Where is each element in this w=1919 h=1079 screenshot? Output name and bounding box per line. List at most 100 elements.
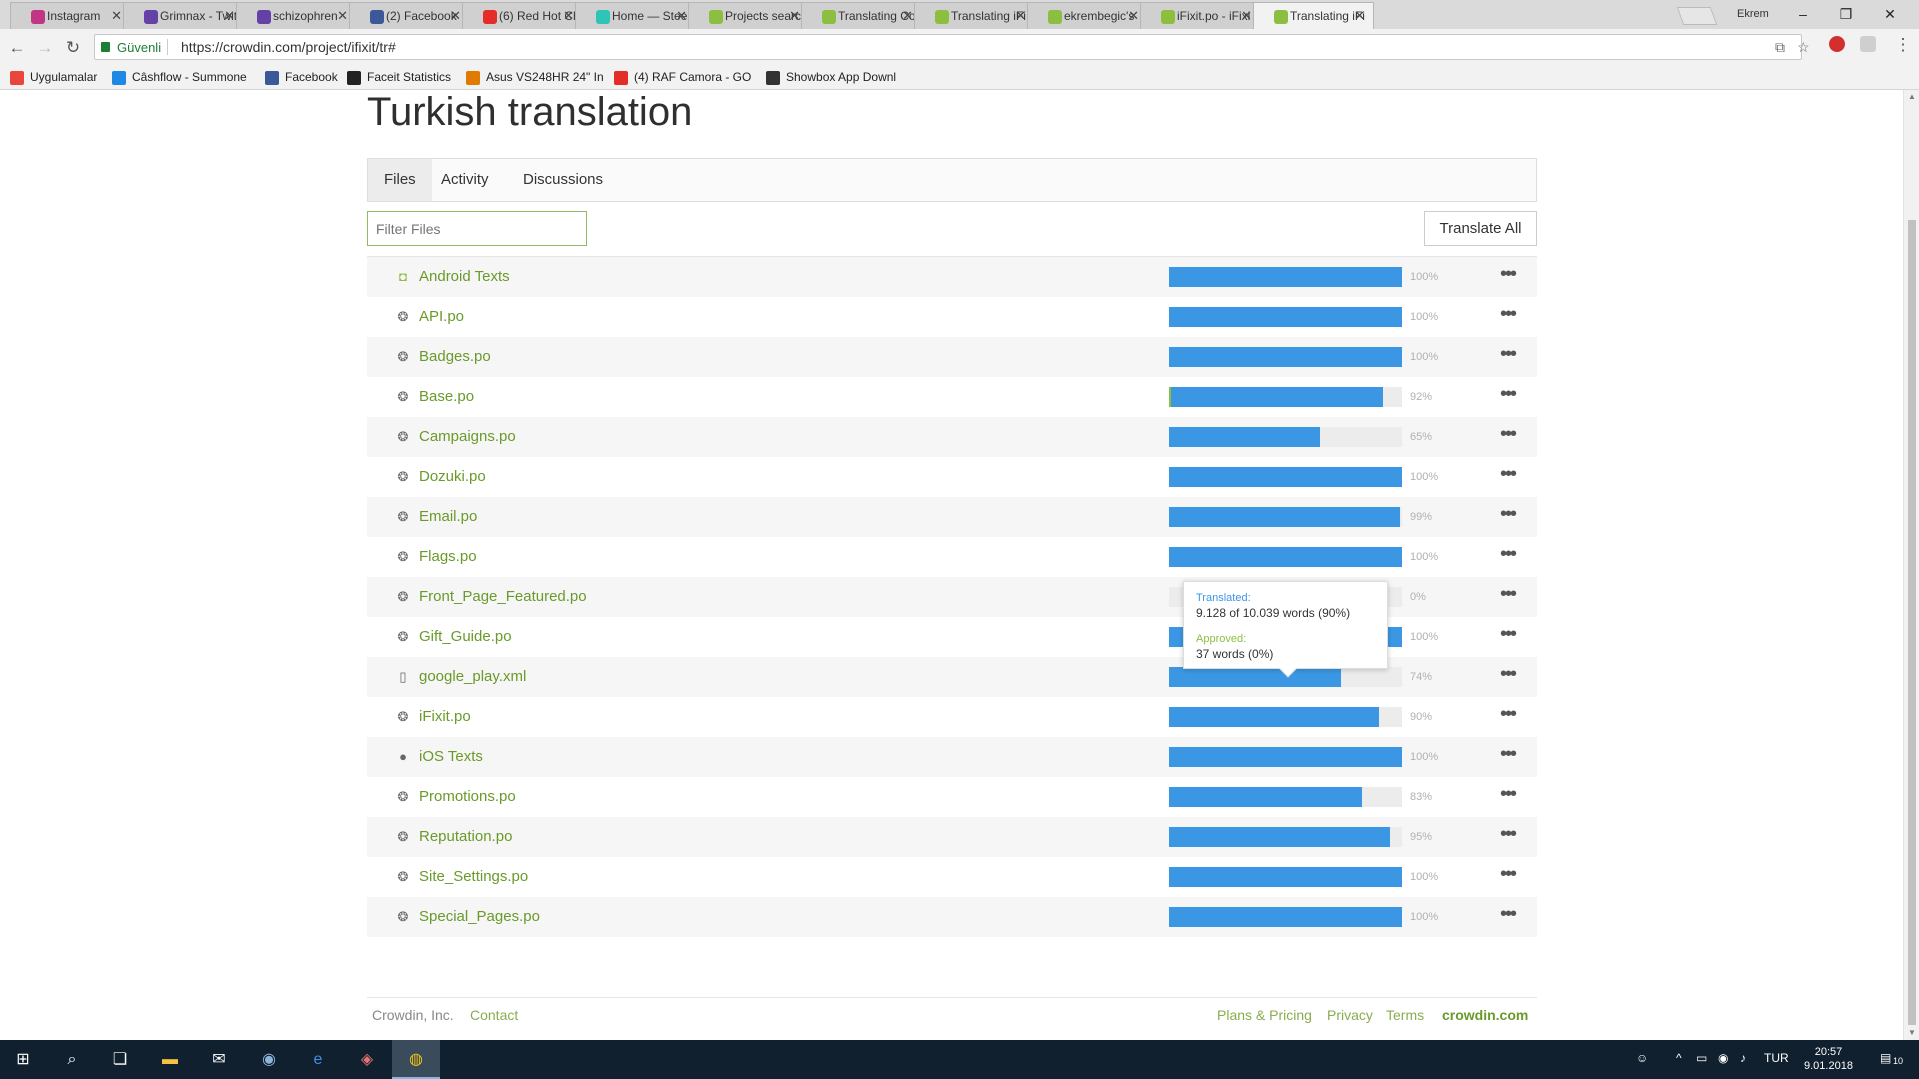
- tab-close-icon[interactable]: ✕: [1354, 8, 1365, 24]
- file-row[interactable]: ❂ Campaigns.po 65% •••: [367, 417, 1537, 457]
- browser-tab[interactable]: Home — Steen ✕: [575, 2, 696, 29]
- more-options-icon[interactable]: •••: [1500, 783, 1517, 806]
- bookmark-item[interactable]: Uygulamalar: [10, 70, 97, 85]
- more-options-icon[interactable]: •••: [1500, 543, 1517, 566]
- file-name-link[interactable]: Campaigns.po: [419, 428, 516, 445]
- more-options-icon[interactable]: •••: [1500, 343, 1517, 366]
- file-row[interactable]: ❂ Dozuki.po 100% •••: [367, 457, 1537, 497]
- file-name-link[interactable]: iFixit.po: [419, 708, 471, 725]
- tab-activity[interactable]: Activity: [425, 159, 505, 201]
- bookmark-item[interactable]: Facebook: [265, 70, 338, 85]
- footer-site-link[interactable]: crowdin.com: [1442, 1007, 1528, 1023]
- file-row[interactable]: ❂ Base.po 92% •••: [367, 377, 1537, 417]
- file-name-link[interactable]: google_play.xml: [419, 668, 526, 685]
- footer-plans-link[interactable]: Plans & Pricing: [1217, 1007, 1312, 1023]
- file-name-link[interactable]: Android Texts: [419, 268, 510, 285]
- browser-tab[interactable]: Translating iFi ✕: [1253, 2, 1374, 29]
- task-view-icon[interactable]: ❏: [109, 1049, 131, 1071]
- progress-bar[interactable]: [1169, 467, 1402, 487]
- more-options-icon[interactable]: •••: [1500, 743, 1517, 766]
- bookmark-item[interactable]: (4) RAF Camora - GO: [614, 70, 751, 85]
- network-icon[interactable]: ▭: [1696, 1051, 1707, 1065]
- progress-bar[interactable]: [1169, 867, 1402, 887]
- progress-bar[interactable]: [1169, 907, 1402, 927]
- progress-bar[interactable]: [1169, 387, 1402, 407]
- bookmark-item[interactable]: Câshflow - Summone: [112, 70, 247, 85]
- translate-icon[interactable]: ⧉: [1775, 39, 1785, 56]
- file-name-link[interactable]: iOS Texts: [419, 748, 483, 765]
- file-row[interactable]: ❂ Special_Pages.po 100% •••: [367, 897, 1537, 937]
- more-options-icon[interactable]: •••: [1500, 663, 1517, 686]
- new-tab-button[interactable]: [1676, 7, 1718, 25]
- file-row[interactable]: ❂ Email.po 99% •••: [367, 497, 1537, 537]
- footer-privacy-link[interactable]: Privacy: [1327, 1007, 1373, 1023]
- browser-tab[interactable]: iFixit.po - iFixi ✕: [1140, 2, 1261, 29]
- back-icon[interactable]: ←: [6, 38, 28, 58]
- file-row[interactable]: ◘ Android Texts 100% •••: [367, 257, 1537, 297]
- tab-close-icon[interactable]: ✕: [563, 8, 574, 24]
- file-name-link[interactable]: Promotions.po: [419, 788, 516, 805]
- file-row[interactable]: ❂ Site_Settings.po 100% •••: [367, 857, 1537, 897]
- file-row[interactable]: ❂ Badges.po 100% •••: [367, 337, 1537, 377]
- url-text[interactable]: https://crowdin.com/project/ifixit/tr#: [181, 39, 396, 55]
- people-icon[interactable]: ☺: [1636, 1051, 1648, 1065]
- maximize-button[interactable]: ❐: [1826, 3, 1866, 25]
- reload-icon[interactable]: ↻: [62, 38, 84, 58]
- file-explorer-icon[interactable]: ▬: [159, 1049, 181, 1071]
- file-name-link[interactable]: Front_Page_Featured.po: [419, 588, 587, 605]
- language-indicator[interactable]: TUR: [1764, 1051, 1789, 1065]
- minimize-button[interactable]: –: [1783, 3, 1823, 25]
- tab-close-icon[interactable]: ✕: [1241, 8, 1252, 24]
- chrome-icon[interactable]: ◍: [405, 1049, 427, 1071]
- footer-contact-link[interactable]: Contact: [470, 1007, 518, 1023]
- file-row[interactable]: ❂ Promotions.po 83% •••: [367, 777, 1537, 817]
- browser-tab[interactable]: Projects search ✕: [688, 2, 809, 29]
- tab-discussions[interactable]: Discussions: [507, 159, 619, 201]
- progress-bar[interactable]: [1169, 507, 1402, 527]
- scroll-thumb[interactable]: [1908, 220, 1916, 1025]
- tray-chevron-icon[interactable]: ^: [1676, 1051, 1682, 1065]
- file-row[interactable]: ❂ API.po 100% •••: [367, 297, 1537, 337]
- footer-terms-link[interactable]: Terms: [1386, 1007, 1424, 1023]
- progress-bar[interactable]: [1169, 707, 1402, 727]
- translate-all-button[interactable]: Translate All: [1424, 211, 1537, 246]
- progress-bar[interactable]: [1169, 267, 1402, 287]
- browser-tab[interactable]: schizophren ✕: [236, 2, 357, 29]
- file-name-link[interactable]: Site_Settings.po: [419, 868, 528, 885]
- tab-close-icon[interactable]: ✕: [789, 8, 800, 24]
- more-options-icon[interactable]: •••: [1500, 383, 1517, 406]
- mail-icon[interactable]: ✉: [208, 1049, 230, 1071]
- file-row[interactable]: ❂ Flags.po 100% •••: [367, 537, 1537, 577]
- file-row[interactable]: ● iOS Texts 100% •••: [367, 737, 1537, 777]
- tab-close-icon[interactable]: ✕: [1015, 8, 1026, 24]
- bookmark-item[interactable]: Faceit Statistics: [347, 70, 451, 85]
- forward-icon[interactable]: →: [34, 38, 56, 58]
- tab-files[interactable]: Files: [368, 159, 432, 201]
- scroll-up-icon[interactable]: ▲: [1904, 92, 1919, 101]
- more-options-icon[interactable]: •••: [1500, 303, 1517, 326]
- tab-close-icon[interactable]: ✕: [337, 8, 348, 24]
- close-window-button[interactable]: ✕: [1870, 3, 1910, 25]
- scroll-down-icon[interactable]: ▼: [1904, 1028, 1919, 1037]
- steam-icon[interactable]: ◉: [258, 1049, 280, 1071]
- bookmark-item[interactable]: Asus VS248HR 24" In: [466, 70, 604, 85]
- more-options-icon[interactable]: •••: [1500, 703, 1517, 726]
- tab-close-icon[interactable]: ✕: [450, 8, 461, 24]
- bookmark-item[interactable]: Showbox App Downl: [766, 70, 896, 85]
- more-options-icon[interactable]: •••: [1500, 863, 1517, 886]
- browser-tab[interactable]: ekrembegic's ✕: [1027, 2, 1148, 29]
- file-name-link[interactable]: Base.po: [419, 388, 474, 405]
- tab-close-icon[interactable]: ✕: [111, 8, 122, 24]
- browser-tab[interactable]: Instagram ✕: [10, 2, 131, 29]
- more-options-icon[interactable]: •••: [1500, 583, 1517, 606]
- more-options-icon[interactable]: •••: [1500, 823, 1517, 846]
- file-row[interactable]: ❂ Reputation.po 95% •••: [367, 817, 1537, 857]
- extension-icon[interactable]: [1829, 36, 1845, 52]
- file-name-link[interactable]: Badges.po: [419, 348, 491, 365]
- progress-bar[interactable]: [1169, 547, 1402, 567]
- more-options-icon[interactable]: •••: [1500, 903, 1517, 926]
- volume-icon[interactable]: ♪: [1740, 1051, 1746, 1065]
- more-options-icon[interactable]: •••: [1500, 503, 1517, 526]
- file-name-link[interactable]: Reputation.po: [419, 828, 512, 845]
- progress-bar[interactable]: [1169, 307, 1402, 327]
